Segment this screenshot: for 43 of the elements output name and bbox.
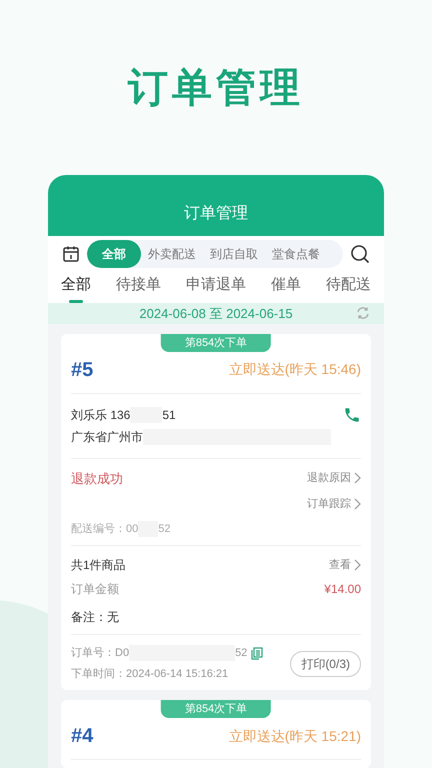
refund-status: 退款成功 [71,470,123,488]
chevron-icon [354,498,361,510]
delivery-number: 配送编号：00 [71,522,138,536]
delivery-number-suffix: 52 [158,522,170,536]
view-link[interactable]: 查看 [329,556,361,574]
date-range[interactable]: 2024-06-08 至 2024-06-15 [139,304,293,324]
order-tracking-link[interactable]: 订单跟踪 [307,496,361,512]
address: 广东省广州市 [71,428,143,446]
delivery-time: 立即送达(昨天 15:21) [228,726,361,746]
hero-title: 订单管理 [128,65,304,112]
chevron-icon [354,559,361,571]
order-number: #5 [71,358,94,382]
customer-name-phone: 刘乐乐 136 [71,406,130,424]
status-tab[interactable]: 待配送 [326,274,371,304]
status-tab[interactable]: 全部 [61,274,91,304]
status-tab[interactable]: 催单 [271,274,301,304]
order-type-tab[interactable]: 到店自取 [203,240,265,268]
order-time: 下单时间：2024-06-14 15:16:21 [71,666,230,682]
order-type-tab[interactable]: 全部 [87,240,141,268]
remark: 备注：无 [71,609,120,626]
order-number: #4 [71,724,94,749]
print-button[interactable]: 打印(0/3) [290,650,361,676]
order-count-badge: 第854次下单 [160,700,272,718]
phone-suffix: 51 [162,406,176,424]
order-type-tab[interactable]: 堂食点餐 [265,240,327,268]
phone-icon[interactable] [343,406,361,424]
item-count: 共1件商品 [71,557,126,574]
app-title: 订单管理 [184,204,248,224]
refund-reason-link[interactable]: 退款原因 [307,470,361,486]
order-count-badge: 第854次下单 [160,334,272,352]
order-type-tab[interactable]: 外卖配送 [141,240,203,268]
order-number-label: 订单号：D0 [71,646,130,661]
status-tab[interactable]: 待接单 [116,274,161,304]
copy-icon[interactable] [251,646,264,660]
refresh-icon[interactable] [356,306,370,320]
order-amount: ¥14.00 [324,581,361,598]
delivery-time: 立即送达(昨天 15:46) [228,360,361,379]
chevron-icon [354,472,361,484]
order-number-suffix: 52 [235,646,248,661]
status-tab[interactable]: 申请退单 [186,274,246,304]
calendar-icon[interactable] [62,244,80,263]
amount-label: 订单金额 [71,581,119,598]
search-icon[interactable] [350,244,370,264]
